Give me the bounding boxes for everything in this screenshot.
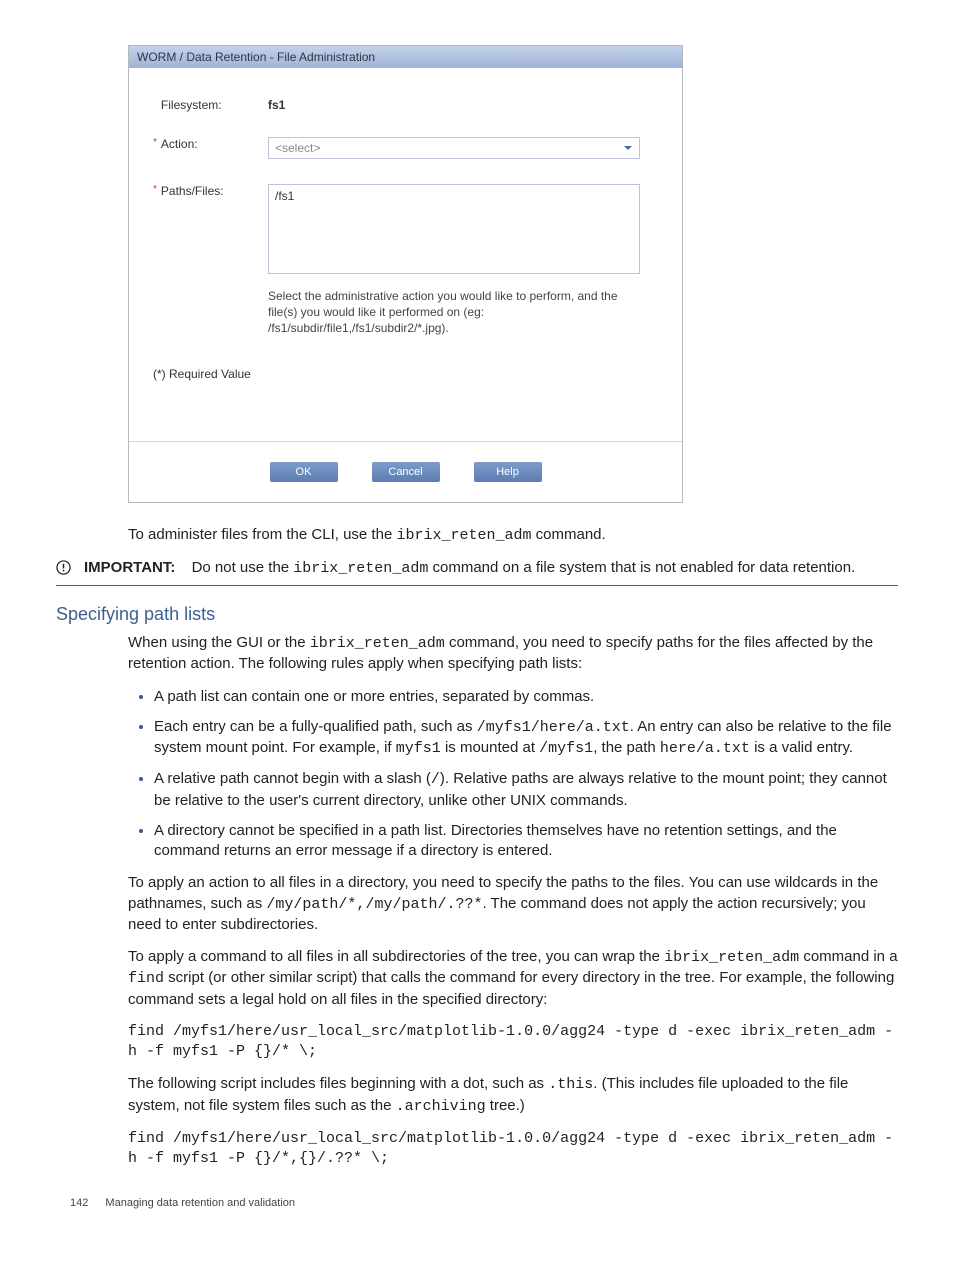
filesystem-label: Filesystem: [161,98,222,112]
required-marker: * [153,184,157,198]
action-select[interactable]: <select> [268,137,640,159]
ok-button[interactable]: OK [270,462,338,482]
important-label: IMPORTANT: [84,559,175,576]
paths-label: Paths/Files: [161,184,224,198]
dialog-title: WORM / Data Retention - File Administrat… [129,46,682,68]
code-block-2: find /myfs1/here/usr_local_src/matplotli… [128,1129,898,1170]
list-item: A path list can contain one or more entr… [154,687,898,707]
footer-title: Managing data retention and validation [105,1197,295,1209]
page-number: 142 [70,1197,88,1209]
paragraph-3: To apply a command to all files in all s… [128,947,898,1010]
section-heading: Specifying path lists [56,604,898,625]
paragraph-1: When using the GUI or the ibrix_reten_ad… [128,633,898,675]
list-item: Each entry can be a fully-qualified path… [154,717,898,760]
code-block-1: find /myfs1/here/usr_local_src/matplotli… [128,1022,898,1063]
path-rules-list: A path list can contain one or more entr… [128,687,898,862]
chevron-down-icon [623,143,633,153]
paths-input[interactable]: /fs1 [268,184,640,274]
file-admin-dialog: WORM / Data Retention - File Administrat… [128,45,683,503]
filesystem-value: fs1 [268,98,658,112]
paths-input-value: /fs1 [275,189,294,203]
important-icon [56,558,84,579]
help-button[interactable]: Help [474,462,542,482]
list-item: A directory cannot be specified in a pat… [154,821,898,862]
paragraph-2: To apply an action to all files in a dir… [128,873,898,935]
required-marker: * [153,137,157,151]
action-select-value: <select> [275,141,320,155]
required-note: (*) Required Value [153,367,658,381]
paragraph-4: The following script includes files begi… [128,1074,898,1117]
cancel-button[interactable]: Cancel [372,462,440,482]
list-item: A relative path cannot begin with a slas… [154,769,898,811]
page-footer: 142 Managing data retention and validati… [70,1197,898,1209]
action-label: Action: [161,137,198,151]
cli-intro: To administer files from the CLI, use th… [128,525,898,546]
important-note: IMPORTANT: Do not use the ibrix_reten_ad… [56,558,898,586]
helper-text: Select the administrative action you wou… [268,288,643,337]
